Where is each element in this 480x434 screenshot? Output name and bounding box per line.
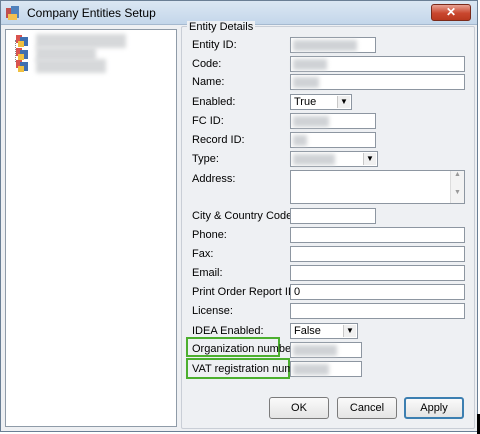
vat-registration-number-field[interactable]	[290, 361, 362, 377]
name-label: Name:	[192, 76, 225, 88]
app-icon	[6, 6, 19, 20]
code-field[interactable]	[290, 56, 465, 72]
window-title: Company Entities Setup	[27, 6, 156, 20]
organization-number-field[interactable]	[290, 342, 362, 358]
email-label: Email:	[192, 267, 223, 279]
cancel-button[interactable]: Cancel	[337, 397, 397, 419]
idea-enabled-label: IDEA Enabled:	[192, 325, 264, 337]
name-field[interactable]	[290, 74, 465, 90]
address-textarea[interactable]: ▲ ▼	[290, 170, 465, 204]
print-order-report-id-field[interactable]: 0	[290, 284, 465, 300]
fax-label: Fax:	[192, 248, 214, 260]
tree-item[interactable]	[14, 34, 154, 48]
city-country-label: City & Country Code:	[192, 210, 296, 222]
fc-id-field[interactable]	[290, 113, 376, 129]
email-field[interactable]	[290, 265, 465, 281]
tree-item[interactable]	[14, 59, 154, 73]
chevron-down-icon[interactable]: ▼	[343, 325, 356, 337]
tree-item-label-redacted	[36, 59, 106, 73]
fc-id-label: FC ID:	[192, 115, 224, 127]
chevron-down-icon[interactable]: ▼	[363, 153, 376, 165]
scroll-down-icon[interactable]: ▼	[451, 189, 464, 196]
entity-node-icon	[16, 35, 28, 47]
record-id-label: Record ID:	[192, 134, 245, 146]
enabled-label: Enabled:	[192, 96, 236, 108]
license-label: License:	[192, 305, 233, 317]
close-button[interactable]: ✕	[431, 4, 471, 21]
fax-field[interactable]	[290, 246, 465, 262]
company-entities-window: Company Entities Setup ✕ Entity Details …	[0, 0, 478, 432]
entity-id-field[interactable]	[290, 37, 376, 53]
type-select[interactable]: ▼	[290, 151, 378, 167]
close-icon: ✕	[445, 5, 457, 19]
idea-enabled-value: False	[294, 325, 321, 337]
type-label: Type:	[192, 153, 219, 165]
apply-button[interactable]: Apply	[404, 397, 464, 419]
city-country-field[interactable]	[290, 208, 376, 224]
entity-tree[interactable]	[5, 29, 177, 427]
phone-field[interactable]	[290, 227, 465, 243]
address-scrollbar[interactable]: ▲ ▼	[450, 171, 464, 203]
organization-number-label: Organization number:	[192, 343, 298, 355]
entity-details-title: Entity Details	[187, 21, 256, 33]
entity-id-label: Entity ID:	[192, 39, 237, 51]
tree-item-label-redacted	[36, 34, 126, 48]
record-id-field[interactable]	[290, 132, 376, 148]
scroll-up-icon[interactable]: ▲	[451, 171, 464, 178]
idea-enabled-select[interactable]: False ▼	[290, 323, 358, 339]
license-field[interactable]	[290, 303, 465, 319]
code-label: Code:	[192, 58, 222, 70]
phone-label: Phone:	[192, 229, 227, 241]
address-label: Address:	[192, 173, 236, 185]
ok-button[interactable]: OK	[269, 397, 329, 419]
enabled-value: True	[294, 96, 317, 108]
chevron-down-icon[interactable]: ▼	[337, 96, 350, 108]
print-order-report-id-value: 0	[294, 286, 301, 298]
print-order-report-id-label: Print Order Report ID:	[192, 286, 299, 298]
enabled-select[interactable]: True ▼	[290, 94, 352, 110]
entity-node-icon	[16, 60, 28, 72]
